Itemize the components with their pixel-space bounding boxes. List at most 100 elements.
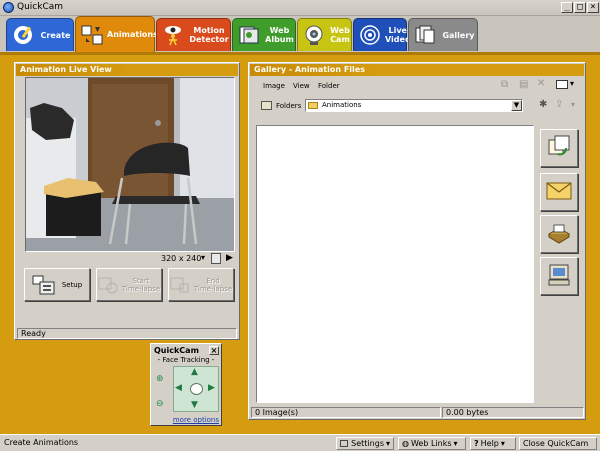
close-button[interactable]: ×	[587, 2, 599, 13]
total-size: 0.00 bytes	[442, 407, 584, 418]
chevron-down-icon: ▾	[453, 439, 458, 448]
image-count: 0 Image(s)	[251, 407, 441, 418]
arrow-right-icon[interactable]: ▶	[226, 253, 233, 263]
gallery-icon	[413, 23, 437, 47]
arrow-left-icon[interactable]: ◀	[175, 383, 182, 393]
resolution-bar: 320 x 240 ▾ ▶	[25, 252, 235, 266]
panel-title: Gallery - Animation Files	[250, 64, 385, 76]
tab-web-cam-label: Web Cam	[330, 26, 350, 44]
save-to-computer-button[interactable]	[540, 257, 578, 295]
panel-title: Animation Live View	[16, 64, 132, 76]
start-time-lapse-button[interactable]: Start Time-lapse	[96, 268, 162, 301]
web-links-label: Web Links	[410, 439, 452, 448]
close-quickcam-button[interactable]: Close QuickCam	[519, 437, 597, 450]
copy-icon[interactable]: ⧉	[501, 79, 508, 90]
tab-animations-label: Animations	[107, 30, 158, 39]
tab-live-video[interactable]: Live Video	[353, 18, 410, 51]
print-button[interactable]	[540, 215, 578, 253]
computer-icon	[547, 263, 571, 289]
folders-label[interactable]: Folders	[276, 102, 301, 110]
start-time-lapse-label: Start Time-lapse	[121, 276, 161, 293]
arrow-down-icon[interactable]: ▼	[191, 400, 198, 410]
tab-create[interactable]: Create	[6, 18, 74, 51]
arrow-right-icon[interactable]: ▶	[208, 383, 215, 393]
close-icon[interactable]: ×	[209, 346, 219, 355]
tab-web-album[interactable]: Web Album	[232, 18, 296, 51]
current-folder: Animations	[322, 101, 362, 109]
help-button[interactable]: ? Help ▾	[470, 437, 516, 450]
end-time-lapse-icon	[170, 275, 190, 295]
tab-motion-detector[interactable]: Motion Detector	[156, 18, 231, 51]
folder-dropdown[interactable]: Animations ▼	[305, 99, 523, 112]
web-album-icon	[237, 23, 261, 47]
face-tracking-widget: QuickCam × - Face Tracking - ⊕ ⊖ ▲ ▼ ◀ ▶…	[150, 343, 222, 426]
help-label: Help	[480, 439, 499, 448]
live-status: Ready	[17, 328, 237, 339]
print-icon	[546, 222, 572, 246]
live-video-icon	[358, 23, 382, 47]
convert-button[interactable]	[540, 129, 578, 167]
settings-button[interactable]: Settings ▾	[336, 437, 394, 450]
live-video-view[interactable]	[25, 77, 235, 252]
chevron-down-icon: ▾	[500, 439, 505, 448]
menu-folder[interactable]: Folder	[318, 82, 340, 90]
webcam-image	[26, 78, 234, 251]
snapshot-icon[interactable]	[211, 253, 221, 264]
web-links-button[interactable]: ◍ Web Links ▾	[398, 437, 466, 450]
resolution-selector[interactable]: 320 x 240	[161, 254, 201, 263]
title-bar: QuickCam _ □ ×	[0, 0, 600, 16]
delete-icon[interactable]: ✕	[537, 78, 545, 89]
end-time-lapse-label: End Time-lapse	[193, 276, 233, 293]
tab-create-label: Create	[40, 30, 71, 40]
setup-icon	[32, 274, 56, 296]
bottom-bar: Create Animations Settings ▾ ◍ Web Links…	[0, 434, 600, 451]
tab-web-cam[interactable]: Web Cam	[297, 18, 352, 51]
setup-button[interactable]: Setup	[24, 268, 90, 301]
chevron-down-icon[interactable]: ▼	[511, 100, 522, 111]
settings-label: Settings	[351, 439, 384, 448]
zoom-out-icon[interactable]: ⊖	[156, 399, 164, 409]
email-button[interactable]	[540, 173, 578, 211]
pan-tilt-pad[interactable]: ▲ ▼ ◀ ▶	[173, 366, 219, 412]
tab-motion-detector-label: Motion Detector	[189, 26, 229, 44]
tab-web-album-label: Web Album	[265, 26, 294, 44]
animations-icon	[80, 23, 104, 47]
animation-live-view-panel: Animation Live View 320 x 240 ▾ ▶ Setup …	[14, 62, 240, 340]
maximize-button[interactable]: □	[574, 2, 586, 13]
motion-detector-icon	[161, 23, 185, 47]
more-options-link[interactable]: more options	[151, 416, 219, 424]
menu-view[interactable]: View	[293, 82, 310, 90]
setup-button-label: Setup	[61, 280, 83, 289]
end-time-lapse-button[interactable]: End Time-lapse	[168, 268, 234, 301]
quickcam-app-icon	[3, 2, 14, 13]
start-time-lapse-icon	[98, 275, 118, 295]
new-folder-icon[interactable]: ✱	[539, 99, 547, 110]
globe-icon: ◍	[402, 439, 409, 448]
zoom-in-icon[interactable]: ⊕	[156, 374, 164, 384]
folder-up-icon[interactable]: ⇪	[555, 99, 563, 110]
chevron-down-icon[interactable]: ▾	[571, 100, 575, 109]
tab-bar: Create Animations Motion Detector Web Al…	[0, 16, 600, 52]
chevron-down-icon[interactable]: ▾	[570, 79, 574, 88]
close-quickcam-label: Close QuickCam	[523, 439, 589, 448]
view-mode-icon[interactable]	[556, 80, 568, 89]
status-text: Create Animations	[4, 438, 79, 447]
tab-animations[interactable]: Animations	[75, 16, 158, 52]
convert-icon	[546, 134, 572, 162]
face-center-icon[interactable]	[190, 383, 203, 395]
arrow-up-icon[interactable]: ▲	[191, 367, 198, 377]
tab-gallery-label: Gallery	[442, 30, 475, 40]
tab-gallery[interactable]: Gallery	[408, 18, 478, 51]
menu-image[interactable]: Image	[263, 82, 285, 90]
paste-icon[interactable]: ▤	[519, 79, 528, 90]
face-tracking-subtitle: - Face Tracking -	[157, 356, 215, 364]
workspace: Animation Live View 320 x 240 ▾ ▶ Setup …	[0, 52, 600, 434]
folder-icon	[308, 102, 318, 109]
chevron-down-icon[interactable]: ▾	[201, 253, 205, 262]
minimize-button[interactable]: _	[561, 2, 573, 13]
settings-icon	[340, 440, 349, 447]
window-title: QuickCam	[17, 2, 64, 12]
folders-icon	[261, 101, 272, 110]
create-icon	[11, 23, 35, 47]
gallery-file-list[interactable]	[256, 125, 534, 403]
